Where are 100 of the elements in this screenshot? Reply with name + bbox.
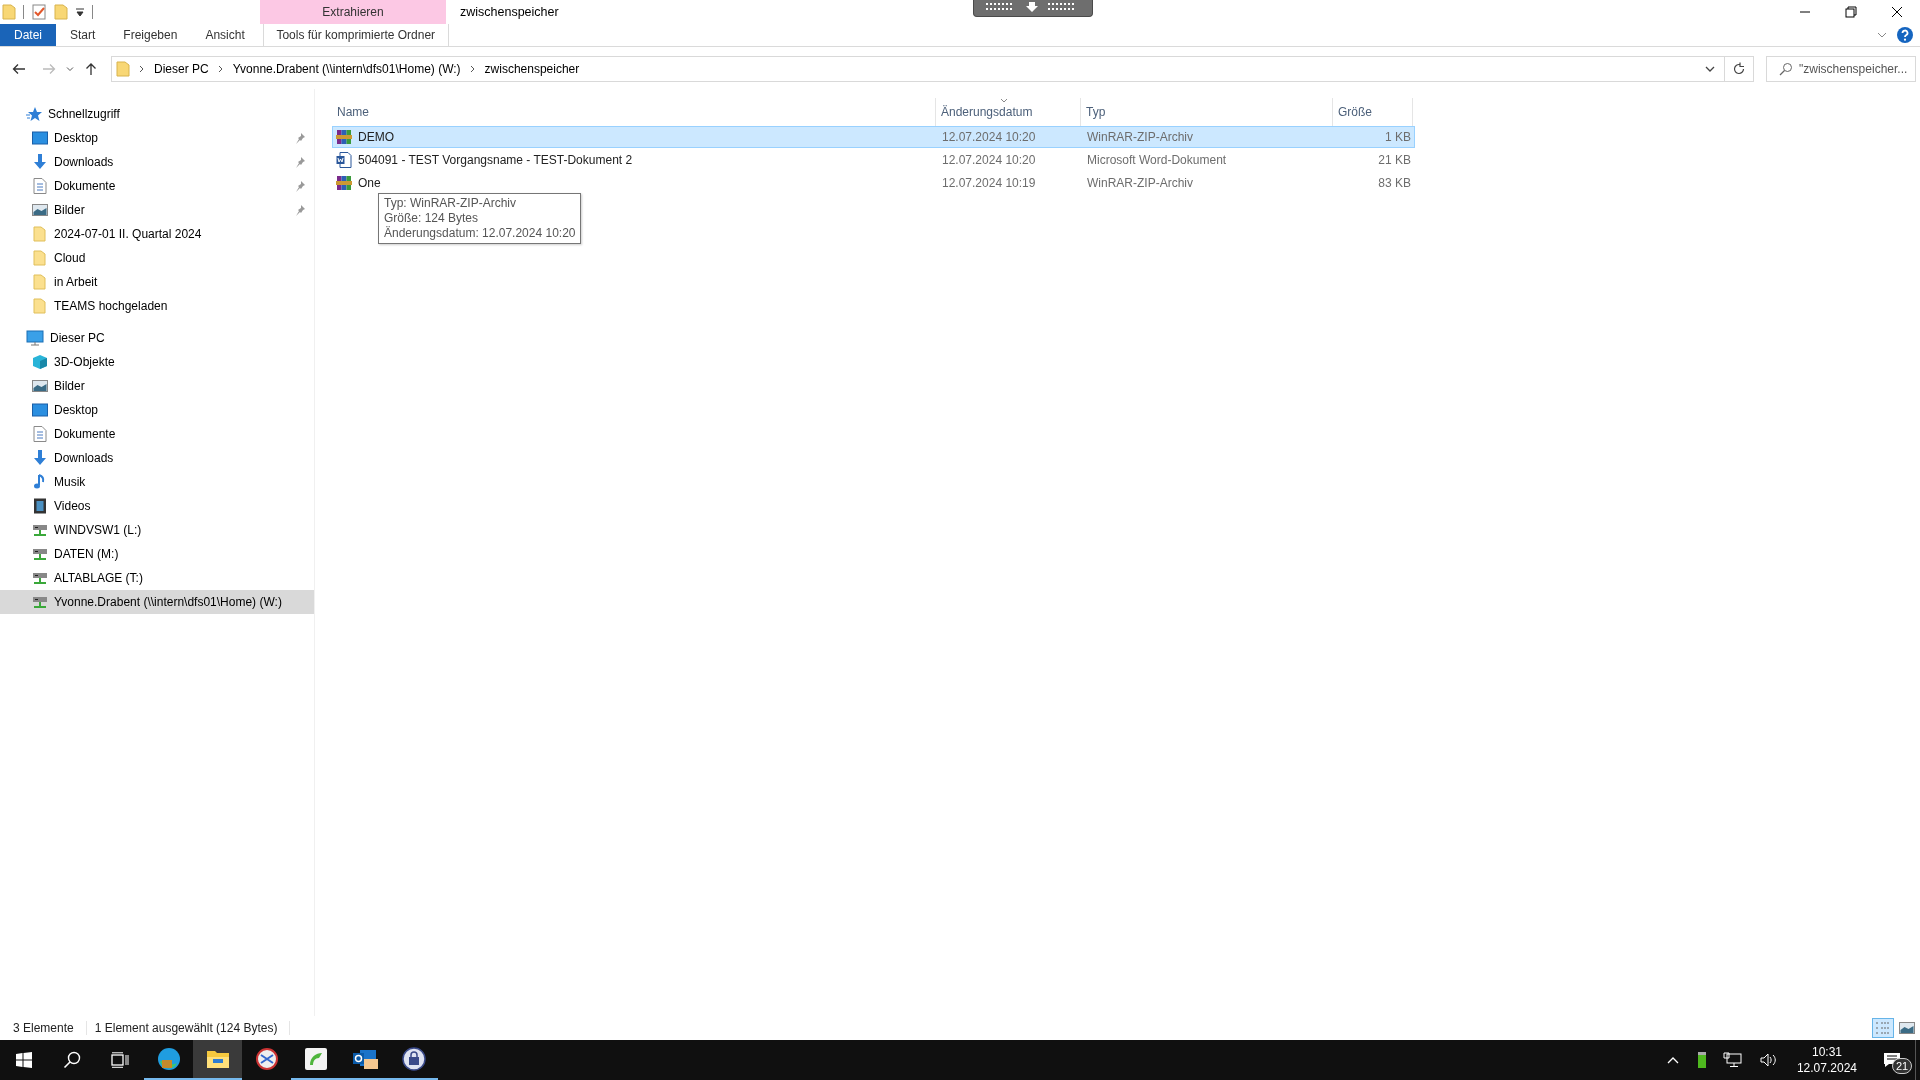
properties-icon[interactable] [31,4,47,20]
address-bar[interactable]: Dieser PC Yvonne.Drabent (\\intern\dfs01\Home) (W:) zwischenspeicher [111,56,1754,82]
pin-icon[interactable] [294,156,306,168]
network-drive-icon [32,594,48,610]
sidebar-item[interactable]: DATEN (M:) [0,542,314,566]
volume-icon[interactable] [1758,1052,1777,1068]
size-cell-text: 21 KB [1377,152,1412,169]
chevron-icon[interactable] [138,64,146,74]
sidebar-item[interactable]: Musik [0,470,314,494]
sidebar-item[interactable]: WINDVSW1 (L:) [0,518,314,542]
ribbon-tab[interactable]: Start [56,24,110,46]
connection-bar[interactable] [973,0,1093,17]
search-icon [63,1051,81,1069]
pictures-icon [32,378,48,394]
sidebar-item[interactable]: Downloads [0,446,314,470]
help-icon[interactable] [1896,26,1914,44]
notification-button[interactable]: 21 [1869,1040,1915,1080]
pin-icon[interactable] [294,180,306,192]
size-cell-text: 1 KB [1384,129,1412,146]
file-name: 504091 - TEST Vorgangsname - TEST-Dokument 2 [358,153,633,167]
search-icon [1779,62,1793,76]
sidebar-item[interactable]: Dieser PC [0,326,314,350]
sidebar-item[interactable]: 3D-Objekte [0,350,314,374]
download-icon [32,154,48,170]
network-drive-icon [32,570,48,586]
file-name: DEMO [358,130,394,144]
mail-icon [351,1047,378,1071]
chevron-icon[interactable] [468,64,477,74]
task-view-icon [111,1052,129,1068]
star-icon [26,106,42,122]
folder-icon [32,250,48,266]
file-row[interactable]: One 12.07.2024 10:19 WinRAR-ZIP-Archiv 83 KB [332,172,1415,194]
restore-icon [1845,6,1857,18]
tooltip-line: Änderungsdatum: 12.07.2024 10:20 [384,226,576,241]
windows-icon [16,1052,32,1068]
folder-icon [116,61,130,77]
download-icon [32,450,48,466]
details-list-icon [1875,1021,1891,1035]
type-cell-text: WinRAR-ZIP-Archiv [1086,175,1194,192]
archive-icon [336,175,352,191]
clock[interactable]: 10:31 12.07.2024 [1796,1044,1857,1076]
sidebar-item[interactable]: in Arbeit [0,270,314,294]
pin-icon[interactable] [294,204,306,216]
selection-info: 1 Element ausgewählt (124 Bytes) [94,1021,291,1035]
sidebar-item[interactable]: Videos [0,494,314,518]
film-icon [32,498,48,514]
sidebar-item[interactable]: Desktop [0,398,314,422]
scissors-icon [254,1047,279,1071]
sort-icon [1000,98,1008,103]
word-document-icon [336,152,352,168]
file-row[interactable]: 504091 - TEST Vorgangsname - TEST-Dokument 2 12.07.2024 10:20 Microsoft Word-Dokument 21 KB [332,149,1415,171]
cube-icon [32,354,48,370]
clock-date: 12.07.2024 [1796,1060,1857,1076]
refresh-icon [1732,62,1746,76]
close-icon [1891,6,1903,18]
sidebar-item[interactable]: Cloud [0,246,314,270]
breadcrumb[interactable]: Dieser PC [154,62,209,76]
monitor-icon [26,330,44,346]
folder-icon [205,1048,230,1070]
network-icon[interactable] [1722,1052,1743,1068]
item-count: 3 Elemente [13,1021,87,1035]
network-drive-icon [32,546,48,562]
sidebar-item[interactable]: Yvonne.Drabent (\\intern\dfs01\Home) (W:) [0,590,314,614]
sidebar-item[interactable]: Bilder [0,374,314,398]
size-cell-text: 83 KB [1377,175,1412,192]
tooltip-line: Größe: 124 Bytes [384,211,480,226]
sidebar-item[interactable]: 2024-07-01 II. Quartal 2024 [0,222,314,246]
desktop-icon [32,130,48,146]
sidebar-item[interactable]: Downloads [0,150,314,174]
lock-icon [401,1047,426,1071]
breadcrumb[interactable]: zwischenspeicher [484,62,580,76]
file-tab[interactable]: Datei [0,24,56,46]
sidebar-item[interactable]: Bilder [0,198,314,222]
ribbon-tab[interactable]: Freigeben [109,24,192,46]
pin-icon[interactable] [294,132,306,144]
ribbon-tab[interactable]: Ansicht [191,24,259,46]
sidebar-item[interactable]: Schnellzugriff [0,102,314,126]
taskbar-app[interactable] [193,1040,242,1080]
desktop-icon [32,402,48,418]
search-field[interactable]: "zwischenspeicher... [1766,56,1916,82]
date-cell-text: 12.07.2024 10:20 [941,129,1037,146]
chevron-icon[interactable] [216,64,225,74]
date-cell-text: 12.07.2024 10:20 [941,152,1037,169]
sidebar-item[interactable]: ALTABLAGE (T:) [0,566,314,590]
dropdown-icon[interactable] [75,7,85,17]
notification-badge: 21 [1892,1058,1913,1074]
sidebar-item[interactable]: Dokumente [0,422,314,446]
breadcrumb[interactable]: Yvonne.Drabent (\\intern\dfs01\Home) (W:) [232,62,461,76]
app-icon [303,1047,328,1071]
window-title: zwischenspeicher [459,4,559,21]
battery-icon[interactable] [1696,1051,1707,1069]
context-tab-group: Extrahieren [260,0,446,24]
tooltip-line: Typ: WinRAR-ZIP-Archiv [384,196,517,211]
sidebar-item[interactable]: TEAMS hochgeladen [0,294,314,318]
sidebar-item[interactable]: Dokumente [0,174,314,198]
sidebar-item[interactable]: Desktop [0,126,314,150]
file-row[interactable]: DEMO 12.07.2024 10:20 WinRAR-ZIP-Archiv 1 KB [332,126,1415,148]
folder-icon [32,226,48,242]
archive-icon [336,129,352,145]
back-icon[interactable] [11,61,27,77]
